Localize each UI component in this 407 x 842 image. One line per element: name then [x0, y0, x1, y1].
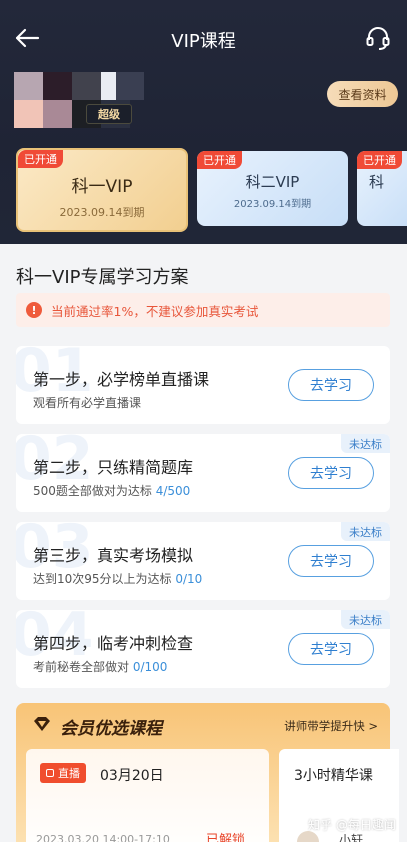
- go-study-button[interactable]: 去学习: [288, 545, 374, 577]
- step-title: 第一步，必学榜单直播课: [33, 370, 210, 389]
- go-study-button[interactable]: 去学习: [288, 457, 374, 489]
- vip-card-expiry: 2023.09.14到期: [233, 199, 312, 210]
- opened-tag: 已开通: [18, 150, 63, 168]
- vip-card-name: 科: [369, 173, 385, 191]
- live-tag: 直播: [40, 763, 86, 783]
- course-time: 2023.03.20 14:00-17:10: [36, 833, 170, 842]
- step-card-3: 03 未达标 第三步，真实考场模拟 达到10次95分以上为达标 0/10 去学习: [16, 522, 390, 600]
- step-subtitle: 考前秘卷全部做对 0/100: [33, 660, 168, 674]
- opened-tag: 已开通: [357, 151, 402, 169]
- not-reached-badge: 未达标: [341, 610, 390, 629]
- step-progress: 0/10: [175, 572, 203, 586]
- step-title: 第二步，只练精简题库: [33, 458, 194, 477]
- vip-card-expiry: 2023.09.14到期: [59, 206, 145, 219]
- step-subtitle: 观看所有必学直播课: [33, 396, 142, 410]
- vip-card-subject3[interactable]: 已开通 科: [357, 151, 407, 226]
- customer-service-headset-icon[interactable]: [365, 25, 391, 51]
- diamond-icon: [34, 717, 50, 731]
- vip-card-subject2[interactable]: 已开通 科二VIP 2023.09.14到期: [197, 151, 348, 226]
- avatar-pixel: [116, 72, 144, 100]
- step-card-2: 02 未达标 第二步，只练精简题库 500题全部做对为达标 4/500 去学习: [16, 434, 390, 512]
- vip-card-name: 科一VIP: [71, 177, 133, 197]
- course-card-live[interactable]: 直播 03月20日 2023.03.20 14:00-17:10 已解锁: [26, 749, 269, 842]
- step-progress: 4/500: [155, 484, 191, 498]
- step-title: 第四步，临考冲刺检查: [33, 634, 194, 653]
- step-progress: 0/100: [132, 660, 168, 674]
- pass-rate-alert: ! 当前通过率1%，不建议参加真实考试: [16, 293, 390, 327]
- step-subtitle: 500题全部做对为达标 4/500: [33, 484, 191, 498]
- course-status: 已解锁: [206, 833, 246, 842]
- header: VIP课程 超级 查看资料 已开通 科一VIP 2023.09.14到期 已开通…: [0, 0, 407, 244]
- opened-tag: 已开通: [197, 151, 242, 169]
- vip-card-name: 科二VIP: [245, 173, 300, 191]
- view-info-button[interactable]: 查看资料: [327, 81, 398, 107]
- step-subtitle: 达到10次95分以上为达标 0/10: [33, 572, 203, 586]
- page-title: VIP课程: [171, 31, 236, 52]
- vip-card-subject1[interactable]: 已开通 科一VIP 2023.09.14到期: [16, 148, 188, 232]
- step-card-4: 04 未达标 第四步，临考冲刺检查 考前秘卷全部做对 0/100 去学习: [16, 610, 390, 688]
- source-watermark: 知乎 @每日趣闻: [308, 818, 396, 832]
- not-reached-badge: 未达标: [341, 434, 390, 453]
- warning-icon: !: [26, 302, 42, 318]
- member-more-link[interactable]: 讲师带学提升快 >: [284, 718, 378, 734]
- go-study-button[interactable]: 去学习: [288, 633, 374, 665]
- step-title: 第三步，真实考场模拟: [33, 546, 194, 565]
- live-icon: [46, 769, 54, 777]
- course-title: 3小时精华课: [294, 768, 373, 784]
- not-reached-badge: 未达标: [341, 522, 390, 541]
- plan-title: 科一VIP专属学习方案: [16, 267, 189, 288]
- course-date: 03月20日: [100, 768, 164, 784]
- super-vip-badge: 超级: [86, 104, 132, 124]
- step-card-1: 01 第一步，必学榜单直播课 观看所有必学直播课 去学习: [16, 346, 390, 424]
- alert-text: 当前通过率1%，不建议参加真实考试: [51, 303, 259, 319]
- member-section-title: 会员优选课程: [60, 719, 162, 739]
- go-study-button[interactable]: 去学习: [288, 369, 374, 401]
